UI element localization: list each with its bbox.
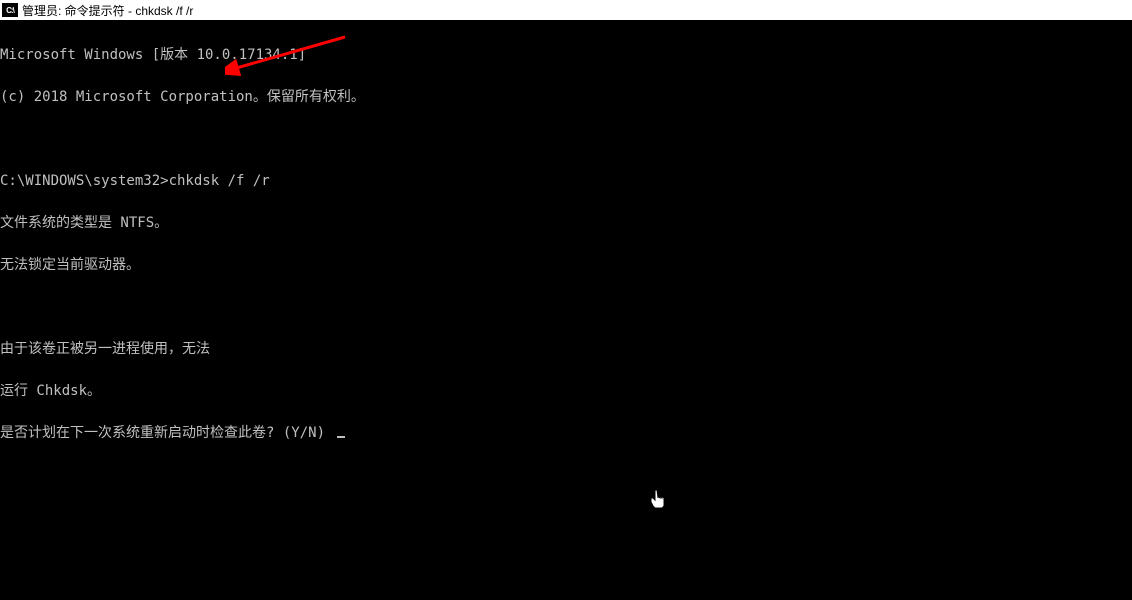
- terminal-output[interactable]: Microsoft Windows [版本 10.0.17134.1] (c) …: [0, 20, 1132, 454]
- cmd-icon: C:\: [2, 3, 18, 17]
- terminal-line-command: C:\WINDOWS\system32>chkdsk /f /r: [0, 174, 1132, 188]
- hand-cursor-icon: [648, 488, 668, 512]
- terminal-line: Microsoft Windows [版本 10.0.17134.1]: [0, 48, 1132, 62]
- terminal-line: [0, 300, 1132, 314]
- terminal-line: 文件系统的类型是 NTFS。: [0, 216, 1132, 230]
- cursor: [337, 436, 345, 438]
- titlebar[interactable]: C:\ 管理员: 命令提示符 - chkdsk /f /r: [0, 0, 1132, 20]
- terminal-line: 无法锁定当前驱动器。: [0, 258, 1132, 272]
- terminal-line-prompt: 是否计划在下一次系统重新启动时检查此卷? (Y/N): [0, 426, 1132, 440]
- terminal-line: 运行 Chkdsk。: [0, 384, 1132, 398]
- window-title: 管理员: 命令提示符 - chkdsk /f /r: [22, 2, 193, 19]
- terminal-line: [0, 132, 1132, 146]
- terminal-line: (c) 2018 Microsoft Corporation。保留所有权利。: [0, 90, 1132, 104]
- terminal-line: 由于该卷正被另一进程使用，无法: [0, 342, 1132, 356]
